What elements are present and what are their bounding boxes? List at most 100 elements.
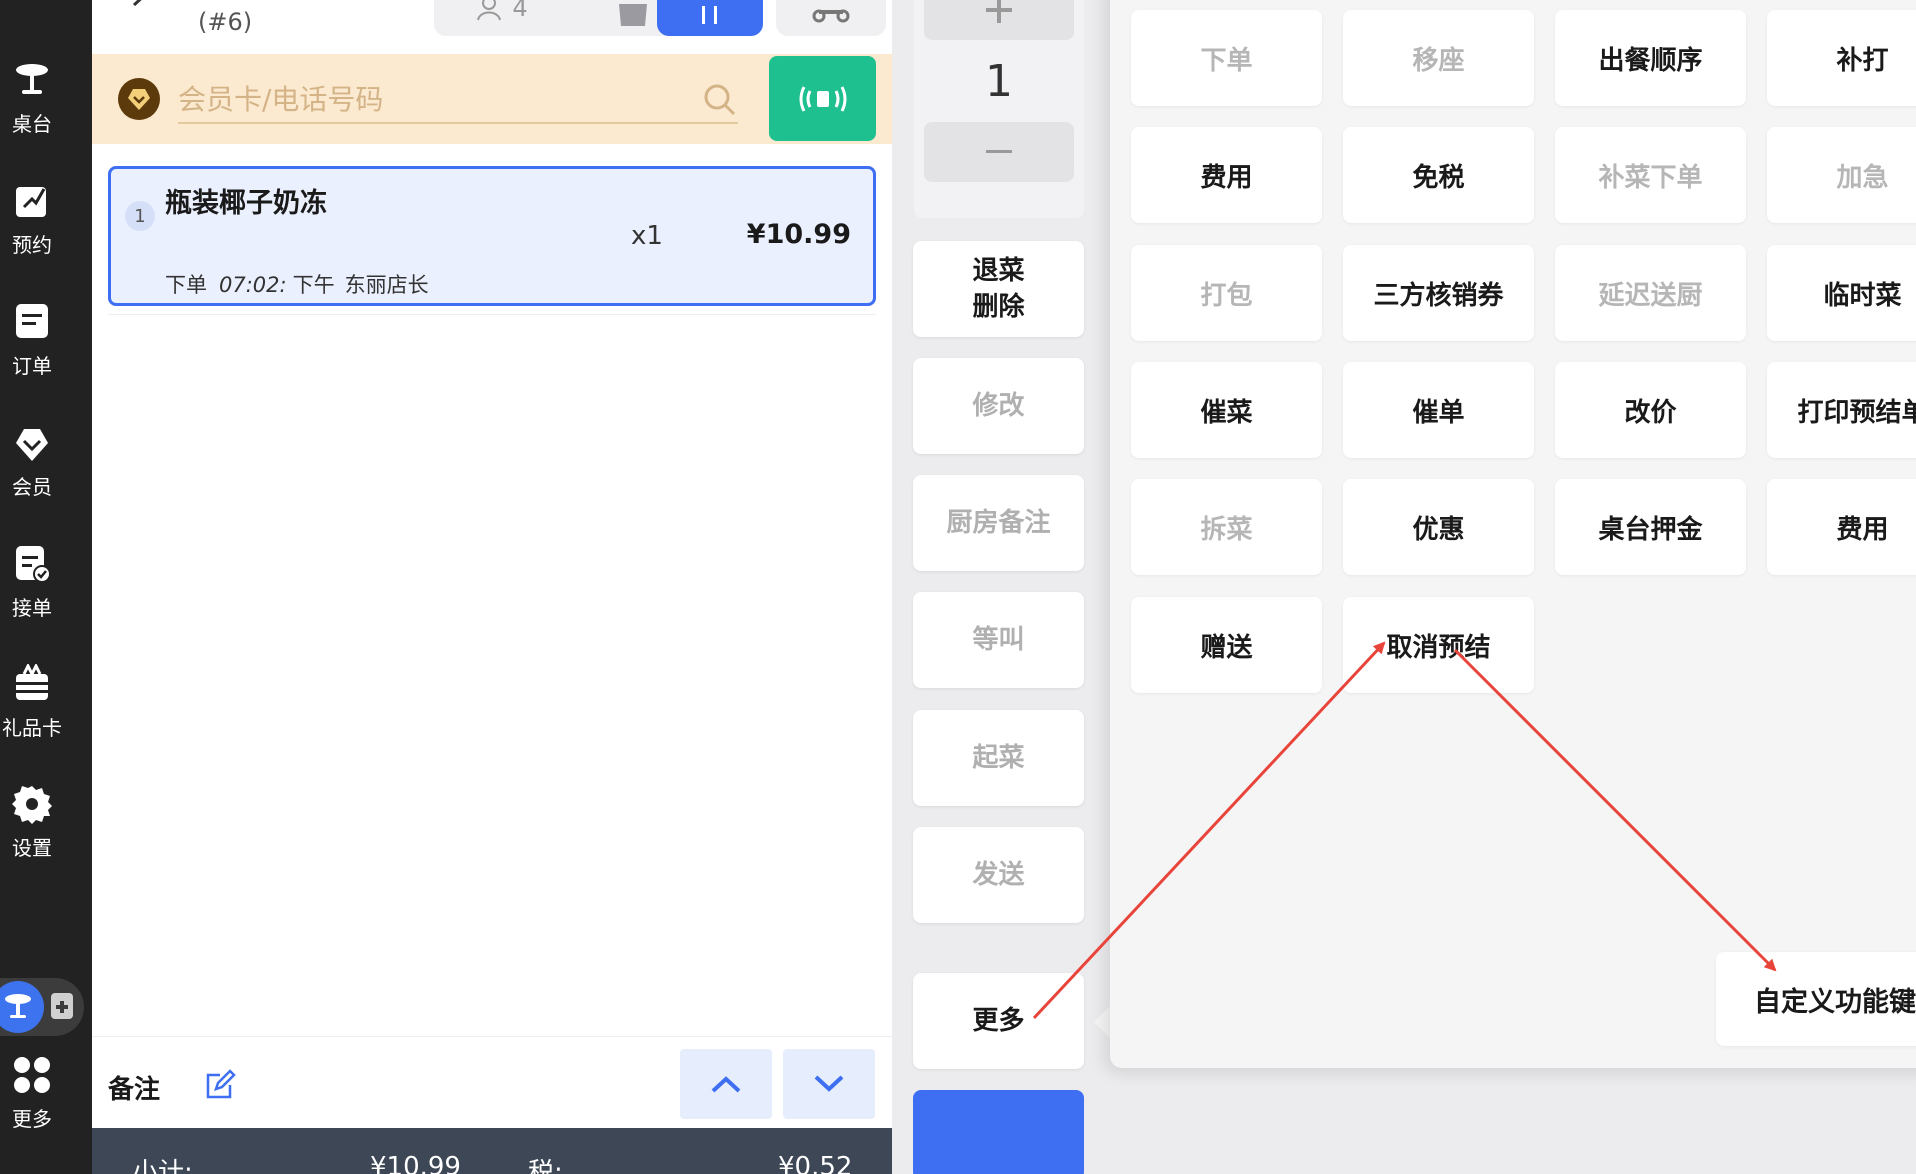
fn-gift-button[interactable]: 赠送 bbox=[1131, 597, 1322, 693]
sidebar-item-label: 设置 bbox=[12, 836, 52, 860]
sidebar-item-label: 礼品卡 bbox=[2, 716, 62, 740]
void-delete-button[interactable]: 退菜 删除 bbox=[913, 241, 1084, 337]
sidebar-item-tables[interactable]: 桌台 bbox=[0, 60, 64, 150]
sidebar-item-gift-cards[interactable]: 礼品卡 bbox=[0, 664, 64, 754]
fn-move-seat-button[interactable]: 移座 bbox=[1343, 10, 1534, 106]
subtotal-value: ¥10.99 bbox=[370, 1152, 461, 1174]
grid-icon bbox=[14, 1057, 50, 1093]
kitchen-note-button[interactable]: 厨房备注 bbox=[913, 475, 1084, 571]
chevron-down-icon bbox=[814, 1075, 844, 1092]
member-icon bbox=[16, 429, 48, 461]
fn-delay-kitchen-button[interactable]: 延迟送厨 bbox=[1555, 245, 1746, 341]
minus-icon bbox=[986, 150, 1012, 153]
fn-rush-dish-button[interactable]: 催菜 bbox=[1131, 362, 1322, 458]
sidebar-item-label: 桌台 bbox=[12, 112, 52, 136]
plus-icon bbox=[986, 0, 1012, 23]
send-button[interactable]: 发送 bbox=[913, 827, 1084, 923]
quantity-stepper: 1 bbox=[914, 0, 1084, 218]
scroll-up-button[interactable] bbox=[680, 1049, 772, 1119]
fn-change-price-button[interactable]: 改价 bbox=[1555, 362, 1746, 458]
mode-toggle[interactable] bbox=[0, 978, 84, 1036]
fn-tax-exempt-button[interactable]: 免税 bbox=[1343, 127, 1534, 223]
fn-table-deposit-button[interactable]: 桌台押金 bbox=[1555, 479, 1746, 575]
item-price: ¥10.99 bbox=[746, 219, 851, 250]
sidebar-item-members[interactable]: 会员 bbox=[0, 423, 64, 513]
member-badge bbox=[118, 78, 160, 120]
table-icon bbox=[16, 64, 48, 94]
quantity-value: 1 bbox=[985, 56, 1013, 107]
scroll-down-button[interactable] bbox=[783, 1049, 875, 1119]
item-meta: 下单 07:02: 下午 东丽店长 bbox=[165, 269, 429, 299]
accept-order-icon bbox=[16, 546, 51, 583]
order-number: (#6) bbox=[198, 8, 253, 36]
modify-button[interactable]: 修改 bbox=[913, 358, 1084, 454]
sidebar-item-accept-orders[interactable]: 接单 bbox=[0, 544, 64, 634]
sidebar-item-label: 接单 bbox=[12, 596, 52, 620]
line-index-badge: 1 bbox=[125, 201, 155, 231]
fn-fees-button[interactable]: 费用 bbox=[1131, 127, 1322, 223]
guest-count: 4 bbox=[512, 0, 528, 22]
hold-button[interactable]: 等叫 bbox=[913, 592, 1084, 688]
quantity-minus-button[interactable] bbox=[924, 122, 1074, 182]
remark-bar: 备注 bbox=[92, 1036, 892, 1128]
fn-discount-button[interactable]: 优惠 bbox=[1343, 479, 1534, 575]
tax-value: ¥0.52 bbox=[778, 1152, 853, 1174]
fn-takeout-pack-button[interactable]: 打包 bbox=[1131, 245, 1322, 341]
fn-reprint-button[interactable]: 补打 bbox=[1767, 10, 1916, 106]
fn-print-prebill-button[interactable]: 打印预结单 bbox=[1767, 362, 1916, 458]
fn-third-party-voucher-button[interactable]: 三方核销券 bbox=[1343, 245, 1534, 341]
fn-fees-2-button[interactable]: 费用 bbox=[1767, 479, 1916, 575]
table-mode-toggle[interactable] bbox=[0, 981, 44, 1033]
dine-in-tab[interactable] bbox=[657, 0, 763, 36]
nfc-card-read-button[interactable] bbox=[769, 56, 876, 141]
add-order-icon[interactable] bbox=[48, 991, 78, 1021]
sidebar-item-reservations[interactable]: 预约 bbox=[0, 181, 64, 271]
item-quantity: x1 bbox=[631, 221, 663, 251]
gift-card-icon bbox=[16, 664, 48, 700]
quantity-plus-button[interactable] bbox=[924, 0, 1074, 40]
fn-rush-button[interactable]: 加急 bbox=[1767, 127, 1916, 223]
order-panel: (#6) 4 1 瓶装椰子奶冻 x1 ¥10.99 下单 07:02:下午东丽店长… bbox=[92, 0, 892, 1174]
popup-pointer bbox=[1094, 1006, 1110, 1038]
delivery-tab[interactable] bbox=[776, 0, 886, 36]
search-icon[interactable] bbox=[702, 82, 738, 118]
sidebar-item-label: 订单 bbox=[12, 354, 52, 378]
item-status: 下单 bbox=[165, 273, 207, 297]
fn-place-order-button[interactable]: 下单 bbox=[1131, 10, 1322, 106]
fn-split-dish-button[interactable]: 拆菜 bbox=[1131, 479, 1322, 575]
table-icon bbox=[5, 994, 31, 1018]
fn-rush-order-button[interactable]: 催单 bbox=[1343, 362, 1534, 458]
sidebar: 桌台 预约 订单 会员 接单 礼品卡 设置 更多 bbox=[0, 0, 92, 1174]
back-icon[interactable] bbox=[126, 0, 156, 20]
sidebar-item-label: 会员 bbox=[12, 475, 52, 499]
order-line-item[interactable]: 1 瓶装椰子奶冻 x1 ¥10.99 下单 07:02: 下午 东丽店长 bbox=[108, 166, 876, 306]
fn-serving-order-button[interactable]: 出餐顺序 bbox=[1555, 10, 1746, 106]
more-button[interactable]: 更多 bbox=[913, 973, 1084, 1069]
divider bbox=[108, 314, 876, 315]
fn-add-items-button[interactable]: 补菜下单 bbox=[1555, 127, 1746, 223]
sidebar-item-label: 预约 bbox=[12, 233, 52, 257]
member-icon bbox=[128, 89, 150, 110]
sidebar-item-settings[interactable]: 设置 bbox=[0, 784, 64, 874]
fn-temporary-dish-button[interactable]: 临时菜 bbox=[1767, 245, 1916, 341]
sidebar-item-orders[interactable]: 订单 bbox=[0, 302, 64, 392]
fire-button[interactable]: 起菜 bbox=[913, 710, 1084, 806]
remark-label: 备注 bbox=[108, 1075, 161, 1105]
gear-icon bbox=[12, 786, 52, 824]
tax-label: 税: bbox=[528, 1158, 563, 1174]
summary-bar: 小计: ¥10.99 税: ¥0.52 bbox=[92, 1128, 892, 1174]
edit-icon[interactable] bbox=[204, 1069, 236, 1101]
item-period: 下午 bbox=[292, 273, 335, 297]
order-icon bbox=[16, 304, 48, 338]
sidebar-item-more[interactable]: 更多 bbox=[0, 1055, 64, 1145]
item-staff: 东丽店长 bbox=[344, 273, 429, 297]
member-search-input[interactable] bbox=[178, 76, 738, 124]
item-name: 瓶装椰子奶冻 bbox=[165, 188, 327, 219]
custom-function-key-button[interactable]: 自定义功能键 bbox=[1716, 952, 1916, 1046]
scooter-icon bbox=[812, 9, 850, 23]
fn-cancel-prebill-button[interactable]: 取消预结 bbox=[1343, 597, 1534, 693]
primary-action-button[interactable] bbox=[913, 1090, 1084, 1174]
bag-icon bbox=[619, 4, 647, 26]
fork-knife-icon bbox=[702, 6, 717, 24]
person-icon bbox=[477, 0, 502, 21]
